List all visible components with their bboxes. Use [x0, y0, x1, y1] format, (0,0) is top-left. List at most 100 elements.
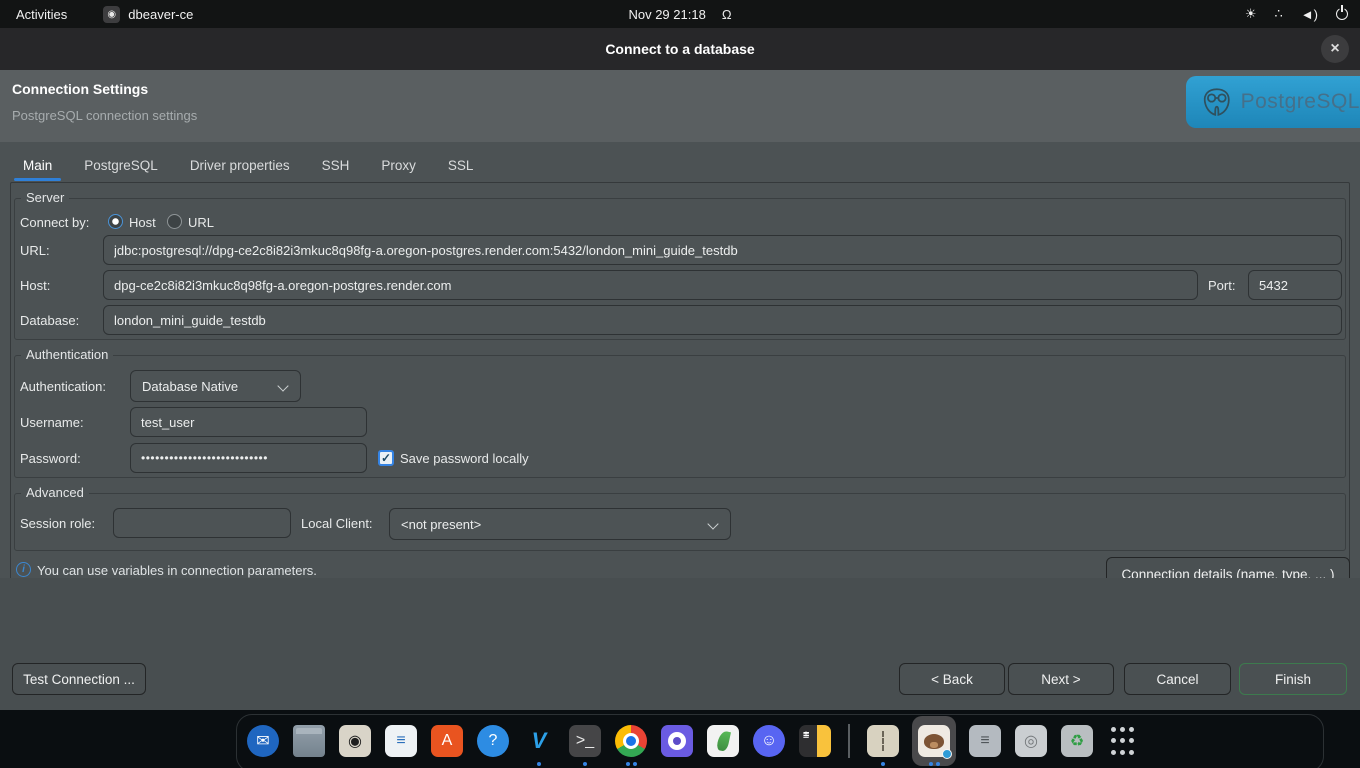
- authentication-label: Authentication:: [20, 379, 106, 394]
- dock-preferences-icon[interactable]: ≡: [968, 716, 1002, 766]
- test-connection-button[interactable]: Test Connection ...: [12, 663, 146, 695]
- help-glyph: ?: [489, 732, 498, 750]
- page-title: Connection Settings: [12, 81, 148, 97]
- postgresql-logo-text: PostgreSQL: [1241, 90, 1360, 114]
- host-input[interactable]: [103, 270, 1198, 300]
- dock-files-icon[interactable]: [292, 716, 326, 766]
- back-button[interactable]: < Back: [899, 663, 1005, 695]
- vscode-glyph: V: [532, 728, 547, 754]
- dock: ✉ ◉ ≡ A? V >_ ☺ ±= ≡ ◎ ♻: [0, 710, 1360, 768]
- trash-glyph: ♻: [1070, 731, 1084, 751]
- save-password-checkbox[interactable]: ✓: [378, 450, 394, 466]
- authentication-dropdown-value: Database Native: [142, 379, 238, 394]
- dock-github-desktop-icon[interactable]: [660, 716, 694, 766]
- url-input[interactable]: [103, 235, 1342, 265]
- chevron-down-icon: [277, 380, 288, 391]
- session-role-label: Session role:: [20, 516, 95, 531]
- dock-help-icon[interactable]: ?: [476, 716, 510, 766]
- finish-button[interactable]: Finish: [1239, 663, 1347, 695]
- radio-host-label[interactable]: Host: [129, 215, 156, 230]
- password-label: Password:: [20, 451, 81, 466]
- next-button[interactable]: Next >: [1008, 663, 1114, 695]
- connection-details-button[interactable]: Connection details (name, type, ... ): [1106, 557, 1350, 578]
- tab-bar: Main PostgreSQL Driver properties SSH Proxy S…: [12, 152, 484, 179]
- dialog-title: Connect to a database: [605, 41, 754, 57]
- power-icon: [1336, 8, 1348, 20]
- notification-bell-icon: Ω: [722, 7, 732, 22]
- postgresql-elephant-icon: [1200, 83, 1234, 121]
- username-input[interactable]: [130, 407, 367, 437]
- app-indicator[interactable]: ◉ dbeaver-ce: [103, 6, 193, 23]
- dock-libreoffice-writer-icon[interactable]: ≡: [384, 716, 418, 766]
- thunderbird-glyph: ✉: [256, 731, 269, 751]
- tab-ssl[interactable]: SSL: [437, 152, 485, 179]
- local-client-label: Local Client:: [301, 516, 373, 531]
- activities-button[interactable]: Activities: [16, 7, 67, 22]
- libreoffice-writer-glyph: ≡: [396, 732, 405, 750]
- clock-menu[interactable]: Nov 29 21:18 Ω: [628, 0, 731, 28]
- database-input[interactable]: [103, 305, 1342, 335]
- save-password-label[interactable]: Save password locally: [400, 451, 529, 466]
- session-role-input[interactable]: [113, 508, 291, 538]
- url-label: URL:: [20, 243, 50, 258]
- dialog-titlebar: Connect to a database ×: [0, 28, 1360, 70]
- password-input[interactable]: [130, 443, 367, 473]
- dock-calculator-icon[interactable]: ±=: [798, 716, 832, 766]
- dock-trash-icon[interactable]: ♻: [1060, 716, 1094, 766]
- dock-thunderbird-icon[interactable]: ✉: [246, 716, 280, 766]
- dbeaver-app-icon: ◉: [103, 6, 120, 23]
- dock-chrome-icon[interactable]: [614, 716, 648, 766]
- tab-driver-properties[interactable]: Driver properties: [179, 152, 301, 179]
- tab-proxy[interactable]: Proxy: [370, 152, 427, 179]
- radio-host[interactable]: [108, 214, 123, 229]
- port-input[interactable]: [1248, 270, 1342, 300]
- radio-url[interactable]: [167, 214, 182, 229]
- connect-by-label: Connect by:: [20, 215, 89, 230]
- dock-items: ✉ ◉ ≡ A? V >_ ☺ ±= ≡ ◎ ♻: [246, 716, 1140, 766]
- dialog-header: Connection Settings PostgreSQL connectio…: [0, 70, 1360, 142]
- advanced-group-legend: Advanced: [21, 485, 89, 500]
- ubuntu-software-glyph: A: [442, 732, 453, 750]
- tab-main[interactable]: Main: [12, 152, 63, 179]
- preferences-glyph: ≡: [980, 732, 989, 750]
- tab-postgresql[interactable]: PostgreSQL: [73, 152, 169, 179]
- dock-vscode-icon[interactable]: V: [522, 716, 556, 766]
- dock-terminal-icon[interactable]: >_: [568, 716, 602, 766]
- top-bar: Activities ◉ dbeaver-ce Nov 29 21:18 Ω ☀…: [0, 0, 1360, 28]
- discord-glyph: ☺: [761, 732, 777, 750]
- clock-label: Nov 29 21:18: [628, 7, 705, 22]
- radio-url-label[interactable]: URL: [188, 215, 214, 230]
- volume-icon: ◄): [1301, 7, 1318, 22]
- server-group-legend: Server: [21, 190, 69, 205]
- info-text: You can use variables in connection para…: [37, 563, 317, 578]
- dock-dbeaver-icon[interactable]: [912, 716, 956, 766]
- chevron-down-icon: [707, 518, 718, 529]
- dialog-content: Main PostgreSQL Driver properties SSH Proxy S…: [0, 142, 1360, 578]
- dock-rhythmbox-icon[interactable]: ◉: [338, 716, 372, 766]
- terminal-glyph: >_: [576, 732, 594, 750]
- port-label: Port:: [1208, 278, 1235, 293]
- dock-archive-manager-icon[interactable]: [866, 716, 900, 766]
- info-icon: i: [16, 562, 31, 577]
- screen: Activities ◉ dbeaver-ce Nov 29 21:18 Ω ☀…: [0, 0, 1360, 768]
- brightness-icon: ☀: [1245, 6, 1257, 22]
- dock-disk-image-writer-icon[interactable]: ◎: [1014, 716, 1048, 766]
- local-client-dropdown[interactable]: <not present>: [389, 508, 731, 540]
- host-label: Host:: [20, 278, 50, 293]
- dock-ubuntu-software-icon[interactable]: A: [430, 716, 464, 766]
- authentication-dropdown[interactable]: Database Native: [130, 370, 301, 402]
- close-button[interactable]: ×: [1321, 35, 1349, 63]
- disk-image-writer-glyph: ◎: [1024, 731, 1038, 751]
- dock-app-grid-icon[interactable]: [1106, 716, 1140, 766]
- database-label: Database:: [20, 313, 79, 328]
- rhythmbox-glyph: ◉: [348, 731, 362, 751]
- dock-mongodb-compass-icon[interactable]: [706, 716, 740, 766]
- network-icon: ∴: [1275, 6, 1283, 22]
- username-label: Username:: [20, 415, 84, 430]
- tab-ssh[interactable]: SSH: [311, 152, 361, 179]
- local-client-dropdown-value: <not present>: [401, 517, 481, 532]
- dock-discord-icon[interactable]: ☺: [752, 716, 786, 766]
- page-subtitle: PostgreSQL connection settings: [12, 108, 197, 123]
- system-status-area[interactable]: ☀ ∴ ◄): [1245, 0, 1348, 28]
- cancel-button[interactable]: Cancel: [1124, 663, 1231, 695]
